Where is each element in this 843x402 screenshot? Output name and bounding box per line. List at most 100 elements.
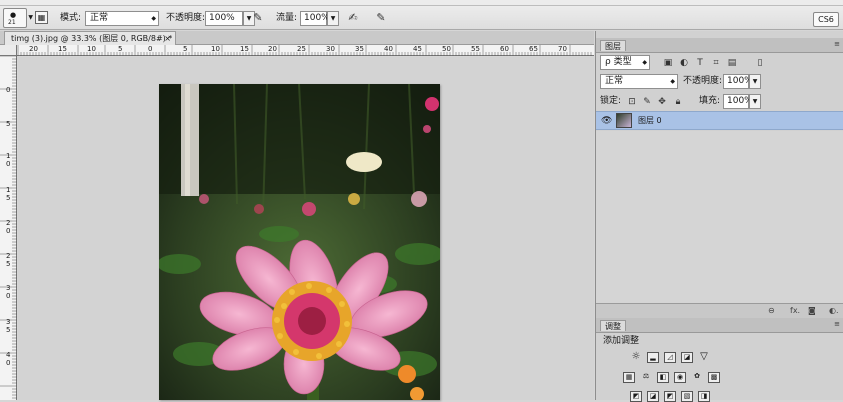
pressure-opacity-icon[interactable]: ✎ <box>251 11 265 25</box>
adjustment-icon[interactable]: ◐. <box>829 305 839 317</box>
layers-list-empty-area[interactable] <box>596 131 843 303</box>
image-filter-icon[interactable]: ▣ <box>662 57 674 69</box>
vibrance-icon[interactable]: ▽ <box>698 352 710 363</box>
posterize-icon[interactable]: ◪ <box>647 391 659 402</box>
type-filter-icon[interactable]: T <box>694 57 706 69</box>
layer-name[interactable]: 图层 0 <box>638 115 662 127</box>
ruler-label: 5 <box>118 45 123 53</box>
brush-panel-toggle-icon[interactable]: ▦ <box>35 11 48 24</box>
document-tab[interactable]: timg (3).jpg @ 33.3% (图层 0, RGB/8#) * × <box>4 31 176 45</box>
ruler-label: 25 <box>6 252 11 268</box>
right-panel-dock: 图层 ≡ ρ 类型 ◆ ▣ ◐ T ⌗ ▤ ▯ 正常 ◆ 不透明度: 100% … <box>595 31 843 402</box>
selective-color-icon[interactable]: ◨ <box>698 391 710 402</box>
chevron-down-icon: ◆ <box>670 78 675 85</box>
hue-saturation-icon[interactable]: ▦ <box>623 372 635 383</box>
mask-icon[interactable]: ◙ <box>808 305 816 317</box>
lock-row: 锁定: ⊡ ✎ ✥ 🔒︎ 填充: 100% ▼ <box>596 93 843 111</box>
ruler-label: 40 <box>384 45 393 53</box>
brush-tip-icon: ● <box>10 11 17 19</box>
lock-icon[interactable]: 🔒︎ <box>672 96 684 108</box>
lock-position-icon[interactable]: ✥ <box>656 96 668 108</box>
fill-dropdown[interactable]: ▼ <box>749 94 761 109</box>
brightness-icon[interactable]: ☼ <box>630 352 642 363</box>
flow-input[interactable]: 100% <box>300 11 330 26</box>
mode-select[interactable]: 正常 ◆ <box>85 11 159 26</box>
brush-size: 21 <box>8 19 16 26</box>
ruler-label: 10 <box>6 152 11 168</box>
fx-icon[interactable]: fx. <box>790 305 800 317</box>
vertical-ruler[interactable]: 0 5 10 15 20 25 30 35 40 <box>0 56 17 400</box>
fill-label: 填充: <box>699 96 721 106</box>
panel-menu-icon[interactable]: ≡ <box>834 320 840 328</box>
ruler-label: 45 <box>413 45 422 53</box>
levels-icon[interactable]: ▂ <box>647 352 659 363</box>
blend-mode-select[interactable]: 正常 ◆ <box>600 74 678 89</box>
ruler-label: 5 <box>183 45 188 53</box>
ruler-label: 40 <box>6 351 11 367</box>
exposure-icon[interactable]: ◪ <box>681 352 693 363</box>
adjustments-panel-tab[interactable]: 调整 <box>600 320 626 331</box>
shape-filter-icon[interactable]: ⌗ <box>710 57 722 69</box>
chevron-down-icon: ◆ <box>151 15 156 22</box>
layer-thumbnail <box>616 113 632 128</box>
black-white-icon[interactable]: ◧ <box>657 372 669 383</box>
layer-row[interactable]: 👁︎ 图层 0 <box>596 111 843 130</box>
document-tab-title: timg (3).jpg @ 33.3% (图层 0, RGB/8#) * <box>11 34 173 43</box>
layers-footer: ⊖ fx. ◙ ◐. <box>596 303 843 318</box>
close-icon[interactable]: × <box>164 32 171 45</box>
color-lookup-icon[interactable]: ▩ <box>708 372 720 383</box>
lock-label: 锁定: <box>600 96 622 106</box>
filter-kind-select[interactable]: ρ 类型 ◆ <box>600 55 650 70</box>
invert-icon[interactable]: ◩ <box>630 391 642 402</box>
ruler-label: 5 <box>6 120 11 128</box>
brush-preset-picker[interactable]: ● 21 ▼ <box>3 8 33 28</box>
layer-opacity-label: 不透明度: <box>683 76 723 86</box>
workspace-switcher[interactable]: CS6 <box>813 12 839 27</box>
threshold-icon[interactable]: ◩ <box>664 391 676 402</box>
photo-filter-icon[interactable]: ◉ <box>674 372 686 383</box>
smart-object-filter-icon[interactable]: ▤ <box>726 57 738 69</box>
lock-transparency-icon[interactable]: ⊡ <box>626 96 638 108</box>
lock-pixels-icon[interactable]: ✎ <box>641 96 653 108</box>
ruler-label: 30 <box>326 45 335 53</box>
link-icon[interactable]: ⊖ <box>768 305 775 317</box>
ruler-label: 60 <box>500 45 509 53</box>
ruler-label: 20 <box>6 219 11 235</box>
mode-label: 模式: <box>60 13 82 23</box>
document-image[interactable] <box>159 84 440 400</box>
curves-icon[interactable]: ◿ <box>664 352 676 363</box>
color-balance-icon[interactable]: ⚖︎ <box>640 372 652 383</box>
fill-input[interactable]: 100% <box>723 94 753 109</box>
opacity-input[interactable]: 100% <box>205 11 243 26</box>
blend-row: 正常 ◆ 不透明度: 100% ▼ <box>596 73 843 91</box>
layer-opacity-dropdown[interactable]: ▼ <box>749 74 761 89</box>
gradient-map-icon[interactable]: ▧ <box>681 391 693 402</box>
flow-dropdown[interactable]: ▼ <box>327 11 339 26</box>
pressure-size-icon[interactable]: ✎ <box>374 11 388 25</box>
ruler-label: 10 <box>211 45 220 53</box>
chevron-down-icon: ◆ <box>642 59 647 66</box>
ruler-label: 25 <box>297 45 306 53</box>
ruler-label: 0 <box>6 86 11 94</box>
ruler-label: 35 <box>6 318 11 334</box>
layers-filter-row: ρ 类型 ◆ ▣ ◐ T ⌗ ▤ ▯ <box>596 54 843 72</box>
ruler-label: 50 <box>442 45 451 53</box>
ruler-origin[interactable] <box>0 45 17 56</box>
add-adjustment-label: 添加调整 <box>603 336 640 346</box>
ruler-label: 20 <box>268 45 277 53</box>
horizontal-ruler[interactable]: 20 15 10 5 0 5 10 15 20 25 30 35 40 45 5… <box>0 45 594 56</box>
ruler-label: 20 <box>29 45 38 53</box>
adjustment-filter-icon[interactable]: ◐ <box>678 57 690 69</box>
eye-icon[interactable]: 👁︎ <box>601 115 612 127</box>
ruler-label: 30 <box>6 284 11 300</box>
filter-toggle-icon[interactable]: ▯ <box>754 57 766 69</box>
ruler-label: 55 <box>471 45 480 53</box>
layers-panel-header: 图层 ≡ <box>596 38 843 53</box>
channel-mixer-icon[interactable]: ✿ <box>691 372 703 383</box>
chevron-down-icon: ▼ <box>28 14 33 21</box>
panel-menu-icon[interactable]: ≡ <box>834 40 840 48</box>
airbrush-icon[interactable]: ✍ <box>346 11 360 25</box>
layer-opacity-input[interactable]: 100% <box>723 74 753 89</box>
layers-panel-tab[interactable]: 图层 <box>600 40 626 51</box>
ruler-label: 15 <box>6 186 11 202</box>
